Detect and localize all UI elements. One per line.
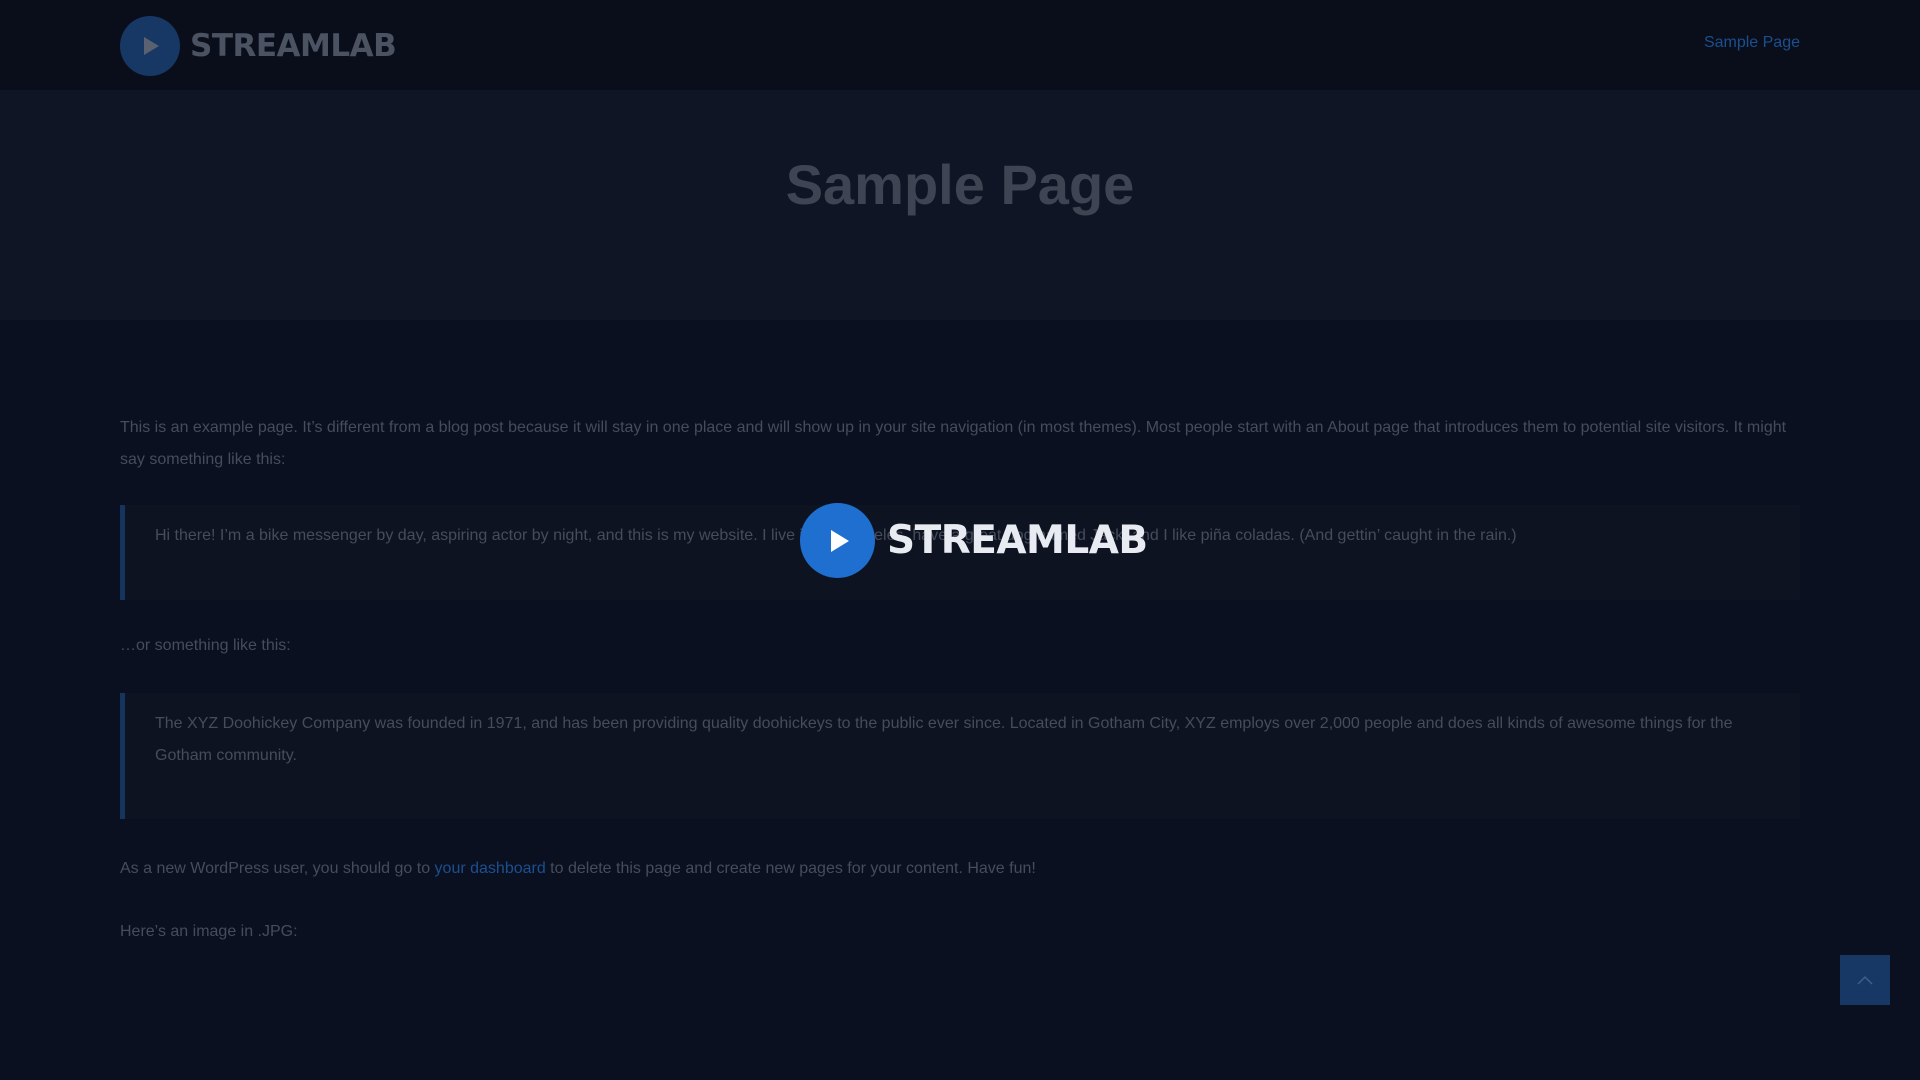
dashboard-text-after: to delete this page and create new pages… xyxy=(545,860,1036,877)
image-paragraph: Here’s an image in .JPG: xyxy=(120,923,298,940)
play-icon xyxy=(800,503,875,578)
play-icon xyxy=(120,16,180,76)
page-hero: Sample Page xyxy=(0,90,1920,320)
page-title: Sample Page xyxy=(785,153,1135,216)
site-header: STREAMLAB Sample Page xyxy=(0,0,1920,90)
back-to-top-button[interactable] xyxy=(1840,955,1890,1005)
blockquote-2: The XYZ Doohickey Company was founded in… xyxy=(120,693,1800,819)
dashboard-text-before: As a new WordPress user, you should go t… xyxy=(120,860,435,877)
chevron-up-icon xyxy=(1857,975,1873,985)
nav-link-sample-page[interactable]: Sample Page xyxy=(1704,34,1800,52)
loader-logo: STREAMLAB xyxy=(800,503,1148,578)
loader-logo-text: STREAMLAB xyxy=(887,518,1148,563)
page: STREAMLAB Sample Page Sample Page This i… xyxy=(0,0,1920,1080)
dashboard-link[interactable]: your dashboard xyxy=(435,860,546,877)
site-logo[interactable]: STREAMLAB xyxy=(120,16,397,76)
blockquote-2-text: The XYZ Doohickey Company was founded in… xyxy=(155,715,1733,764)
intro-paragraph: This is an example page. It’s different … xyxy=(120,419,1787,468)
dashboard-paragraph: As a new WordPress user, you should go t… xyxy=(120,853,1036,885)
logo-text: STREAMLAB xyxy=(190,28,397,64)
or-paragraph: …or something like this: xyxy=(120,637,291,654)
